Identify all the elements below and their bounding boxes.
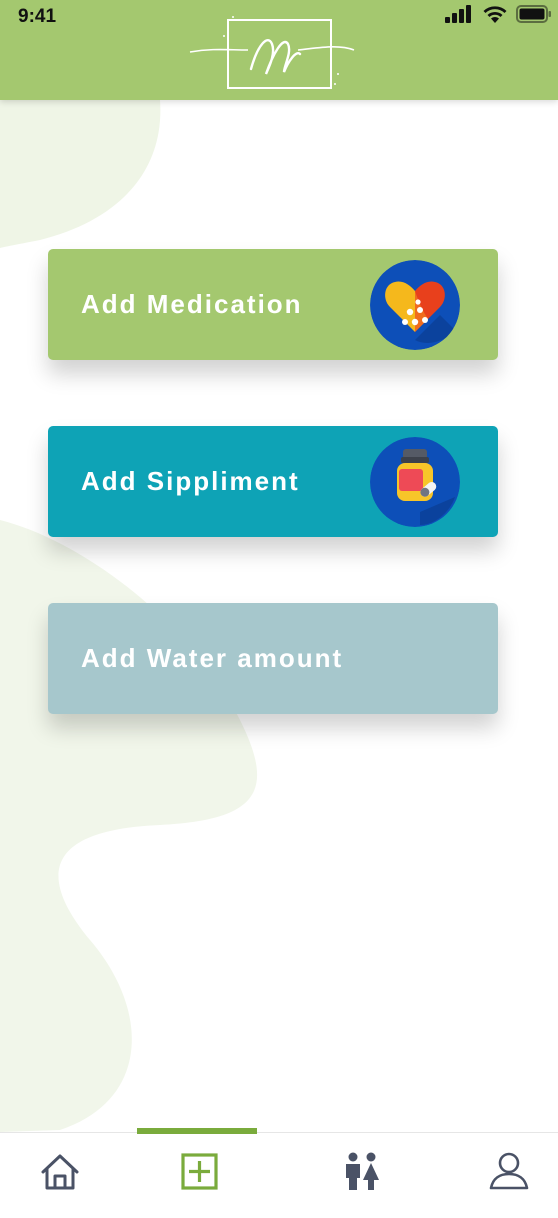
add-water-label: Add Water amount: [81, 643, 344, 673]
add-water-button[interactable]: Add Water amount: [48, 603, 498, 714]
signal-icon: [445, 5, 471, 23]
wifi-icon: [483, 6, 507, 23]
app-header: 9:41: [0, 0, 558, 100]
active-tab-indicator: [137, 1128, 257, 1134]
people-icon: [346, 1152, 379, 1190]
status-time: 9:41: [18, 6, 57, 27]
script-monogram-logo-icon: [189, 16, 355, 89]
battery-icon: [516, 5, 551, 23]
home-icon: [41, 1154, 79, 1190]
status-icons: [444, 4, 552, 24]
profile-icon: [489, 1152, 529, 1190]
add-supplement-button[interactable]: Add Sippliment: [48, 426, 498, 537]
tab-add[interactable]: [178, 1150, 222, 1194]
bottom-tab-bar: [0, 1132, 558, 1218]
tab-profile[interactable]: [488, 1150, 532, 1194]
add-supplement-label: Add Sippliment: [81, 466, 300, 496]
add-medication-label: Add Medication: [81, 289, 303, 319]
supplement-jar-icon: [370, 437, 460, 527]
tab-people[interactable]: [340, 1150, 384, 1194]
add-square-icon: [181, 1153, 218, 1190]
add-medication-button[interactable]: Add Medication: [48, 249, 498, 360]
pills-heart-icon: [370, 260, 460, 350]
tab-home[interactable]: [38, 1150, 82, 1194]
